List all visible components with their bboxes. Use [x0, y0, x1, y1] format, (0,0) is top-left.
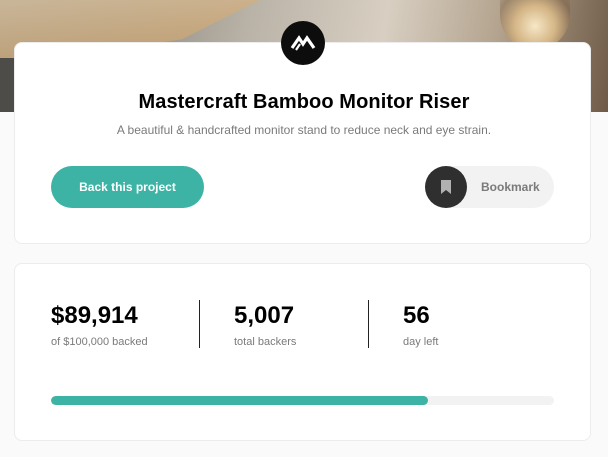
project-card — [14, 42, 591, 244]
stat-divider — [199, 300, 200, 348]
bookmark-icon — [441, 180, 451, 194]
project-description: A beautiful & handcrafted monitor stand … — [116, 123, 492, 137]
progress-bar — [51, 396, 554, 405]
mastercraft-logo-icon — [281, 21, 325, 65]
bookmark-button[interactable]: Bookmark — [425, 166, 554, 208]
bookmark-icon-circle — [425, 166, 467, 208]
stat-days-label: day left — [403, 336, 439, 348]
progress-fill — [51, 396, 429, 405]
stat-backed-amount: $89,914 — [51, 302, 138, 329]
back-project-button[interactable]: Back this project — [51, 166, 204, 208]
stat-backers-label: total backers — [234, 336, 297, 348]
bookmark-label: Bookmark — [481, 180, 540, 194]
stats-card — [14, 263, 591, 441]
stat-backed-label: of $100,000 backed — [51, 336, 148, 348]
stat-days-left: 56 — [403, 302, 430, 329]
stat-divider — [368, 300, 369, 348]
page-title: Mastercraft Bamboo Monitor Riser — [138, 91, 470, 113]
stat-backers-count: 5,007 — [234, 302, 295, 329]
